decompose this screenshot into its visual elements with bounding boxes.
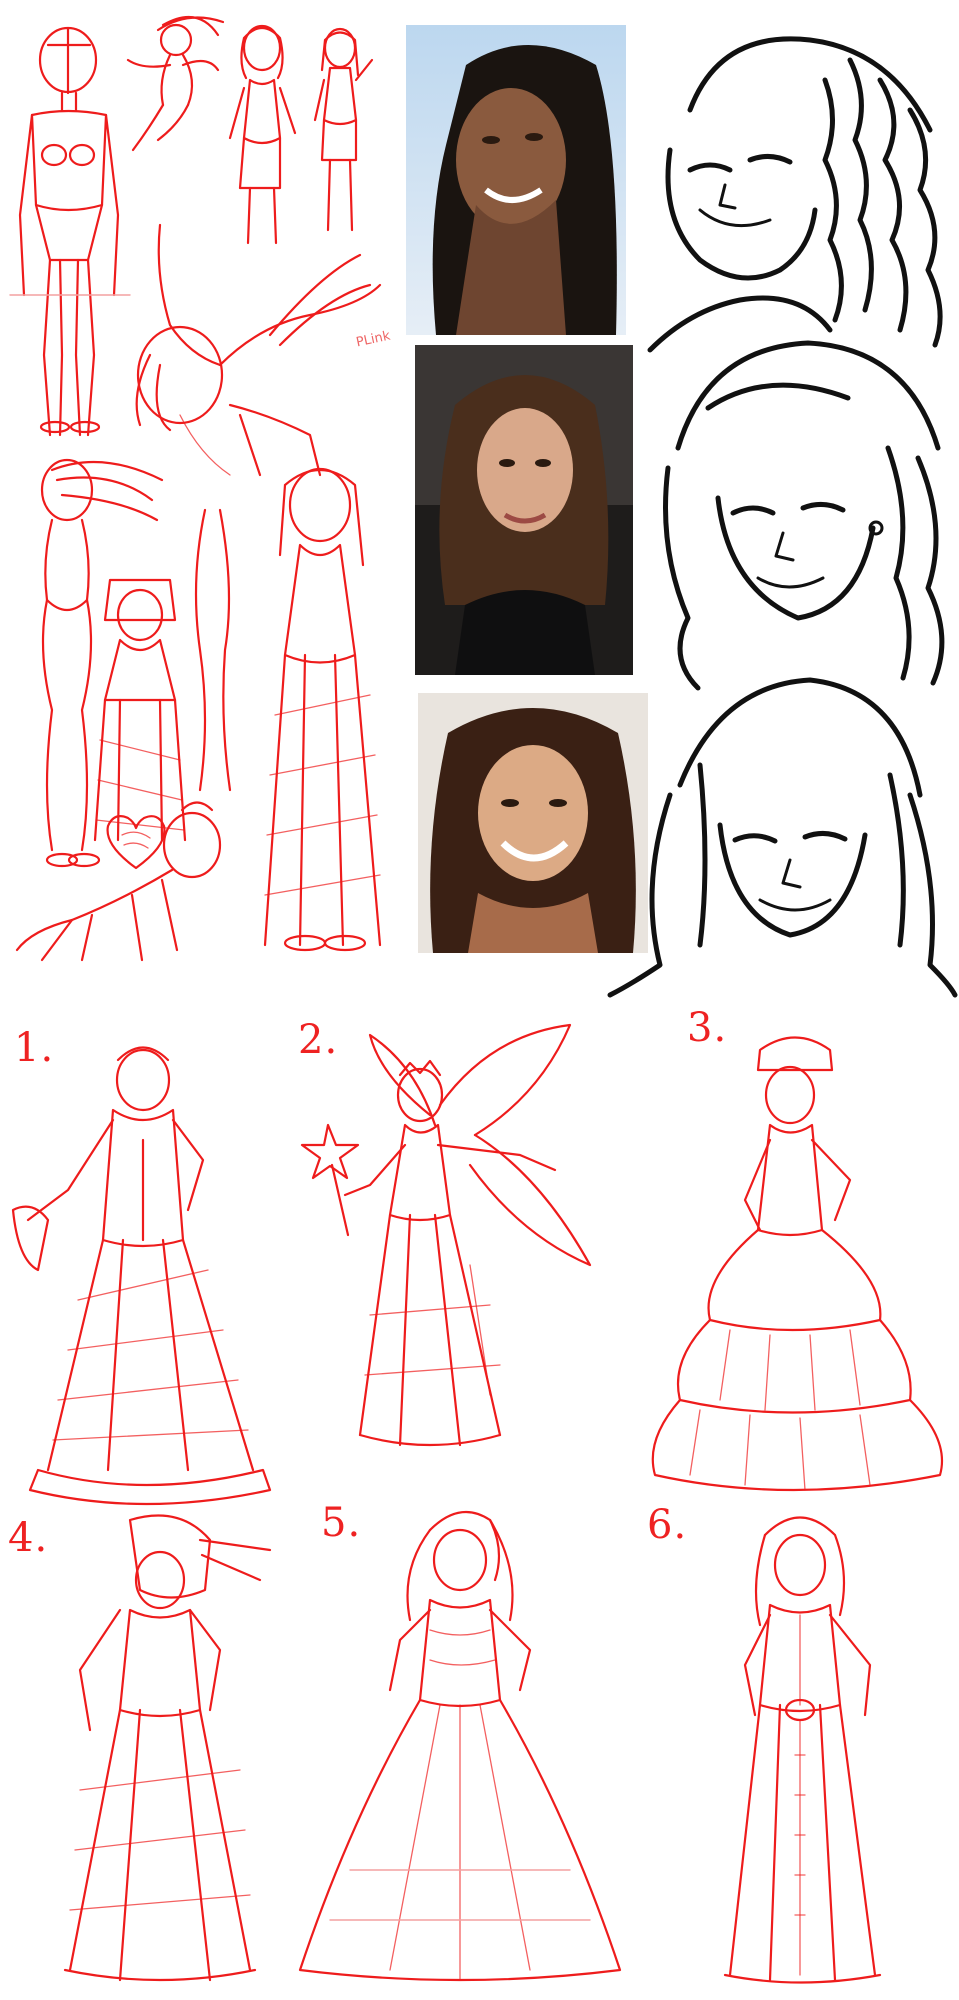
gown-sketch-6-slim — [660, 1495, 940, 1990]
gown-sketch-3-tiered — [640, 1030, 955, 1500]
ink-portrait-wavy-hair — [648, 328, 958, 691]
gown-sketch-2-fairy — [290, 1015, 620, 1495]
flying-figure-sketch — [118, 10, 228, 160]
tall-woman-gown-sketch — [245, 455, 400, 955]
ink-portrait-straight-hair — [600, 665, 958, 998]
gown-sketch-5-ballgown — [290, 1490, 630, 1990]
mannequin-figure-sketch — [9, 15, 131, 437]
photo-smiling-woman-curly-hair — [406, 25, 626, 335]
photo-brunette-woman-portrait — [415, 345, 633, 675]
standing-woman-sketch-b — [300, 20, 380, 235]
heart-doodle-icon — [102, 810, 170, 872]
diving-figure-sketch — [120, 215, 390, 485]
gown-sketch-1 — [8, 1040, 278, 1510]
gown-sketch-4-bustle — [20, 1510, 280, 1990]
gesture-line-sketch — [185, 500, 245, 800]
ink-portrait-curly-hair — [630, 20, 955, 353]
standing-woman-sketch-a — [220, 18, 305, 248]
